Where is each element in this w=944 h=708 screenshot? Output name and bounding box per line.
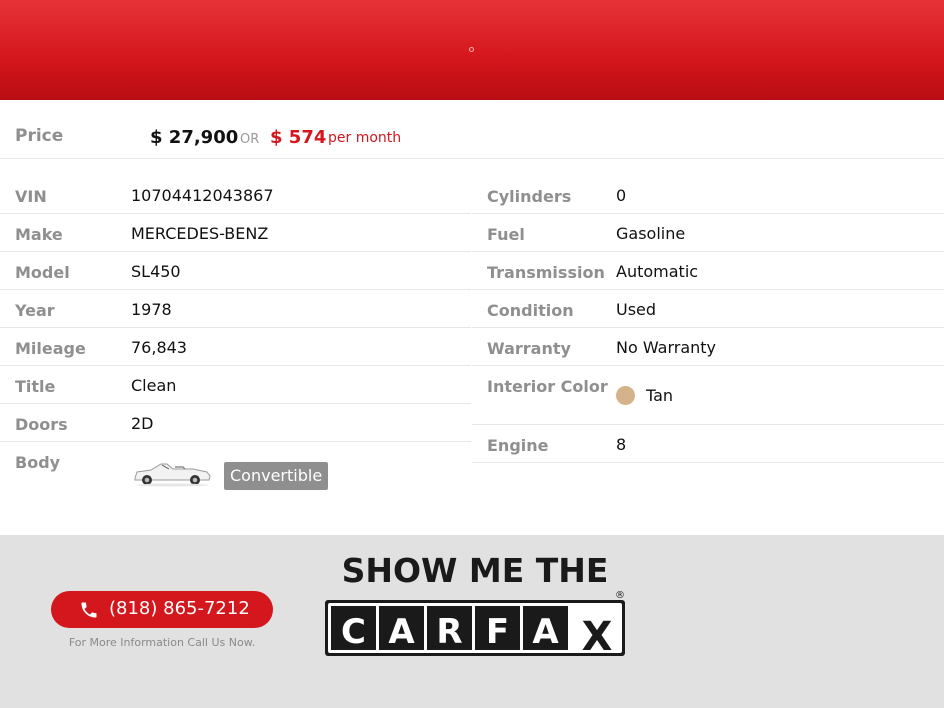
svg-text:R: R bbox=[436, 612, 462, 652]
spec-label: Doors bbox=[15, 415, 68, 434]
spec-value: MERCEDES-BENZ bbox=[131, 224, 269, 243]
banner-dot bbox=[469, 47, 474, 52]
phone-icon bbox=[81, 602, 97, 618]
spec-value: Gasoline bbox=[616, 224, 686, 243]
spec-row-condition: Condition Used bbox=[472, 290, 944, 328]
spec-row-make: Make MERCEDES-BENZ bbox=[0, 214, 471, 252]
spec-row-model: Model SL450 bbox=[0, 252, 471, 290]
spec-label: Transmission bbox=[487, 263, 605, 282]
per-month-label: per month bbox=[328, 130, 402, 146]
svg-text:C: C bbox=[341, 612, 366, 652]
spec-label: Warranty bbox=[487, 339, 571, 358]
header-banner bbox=[0, 0, 944, 100]
specs-left-column: VIN 10704412043867 Make MERCEDES-BENZ Mo… bbox=[0, 176, 471, 512]
spec-row-warranty: Warranty No Warranty bbox=[472, 328, 944, 366]
spec-row-doors: Doors 2D bbox=[0, 404, 471, 442]
spec-row-mileage: Mileage 76,843 bbox=[0, 328, 471, 366]
spec-label: Year bbox=[15, 301, 55, 320]
spec-label: Cylinders bbox=[487, 187, 572, 206]
spec-row-year: Year 1978 bbox=[0, 290, 471, 328]
call-button[interactable]: (818) 865-7212 bbox=[51, 591, 273, 628]
spec-value: Clean bbox=[131, 376, 177, 395]
carfax-logo[interactable]: SHOW ME THE C A R F A X ® bbox=[322, 549, 628, 657]
spec-label: Title bbox=[15, 377, 56, 396]
specs-right-column: Cylinders 0 Fuel Gasoline Transmission A… bbox=[472, 176, 944, 463]
spec-value: 10704412043867 bbox=[131, 186, 274, 205]
spec-label: Condition bbox=[487, 301, 574, 320]
call-note: For More Information Call Us Now. bbox=[68, 636, 256, 649]
spec-value: SL450 bbox=[131, 262, 181, 281]
price-label: Price bbox=[15, 126, 64, 146]
spec-value: Automatic bbox=[616, 262, 699, 281]
spec-label: Fuel bbox=[487, 225, 525, 244]
spec-label: Interior Color bbox=[487, 377, 608, 396]
spec-row-vin: VIN 10704412043867 bbox=[0, 176, 471, 214]
svg-text:A: A bbox=[388, 612, 415, 652]
price-row: Price $ 27,900 OR $ 574 per month bbox=[0, 101, 944, 159]
spec-label: Engine bbox=[487, 436, 549, 455]
spec-row-fuel: Fuel Gasoline bbox=[472, 214, 944, 252]
spec-label: Body bbox=[15, 453, 61, 472]
price-amount: $ 27,900 bbox=[150, 127, 239, 148]
spec-value: Used bbox=[616, 300, 657, 319]
spec-label: VIN bbox=[15, 187, 47, 206]
footer: (818) 865-7212 For More Information Call… bbox=[0, 535, 944, 708]
color-swatch bbox=[616, 386, 635, 405]
phone-number: (818) 865-7212 bbox=[109, 598, 250, 619]
spec-value: 8 bbox=[616, 435, 627, 454]
spec-row-cylinders: Cylinders 0 bbox=[472, 176, 944, 214]
svg-text:®: ® bbox=[615, 590, 625, 601]
carfax-headline: SHOW ME THE bbox=[342, 551, 609, 590]
spec-row-transmission: Transmission Automatic bbox=[472, 252, 944, 290]
svg-text:F: F bbox=[486, 612, 509, 652]
spec-row-title: Title Clean bbox=[0, 366, 471, 404]
svg-text:X: X bbox=[582, 614, 613, 657]
spec-label: Model bbox=[15, 263, 70, 282]
spec-value: 2D bbox=[131, 414, 154, 433]
spec-label: Make bbox=[15, 225, 63, 244]
price-or: OR bbox=[240, 132, 260, 147]
body-type-badge: Convertible bbox=[224, 462, 329, 490]
spec-value: 0 bbox=[616, 186, 627, 205]
spec-row-engine: Engine 8 bbox=[472, 425, 944, 463]
spec-value: Tan bbox=[646, 386, 674, 405]
spec-row-body: Body Convertible bbox=[0, 442, 471, 512]
spec-label: Mileage bbox=[15, 339, 86, 358]
spec-value: 1978 bbox=[131, 300, 172, 319]
spec-value: 76,843 bbox=[131, 338, 187, 357]
monthly-payment: $ 574 bbox=[270, 127, 327, 148]
spec-row-interior-color: Interior Color Tan bbox=[472, 366, 944, 425]
spec-value: No Warranty bbox=[616, 338, 717, 357]
svg-text:A: A bbox=[532, 612, 559, 652]
convertible-car-icon bbox=[134, 463, 211, 487]
